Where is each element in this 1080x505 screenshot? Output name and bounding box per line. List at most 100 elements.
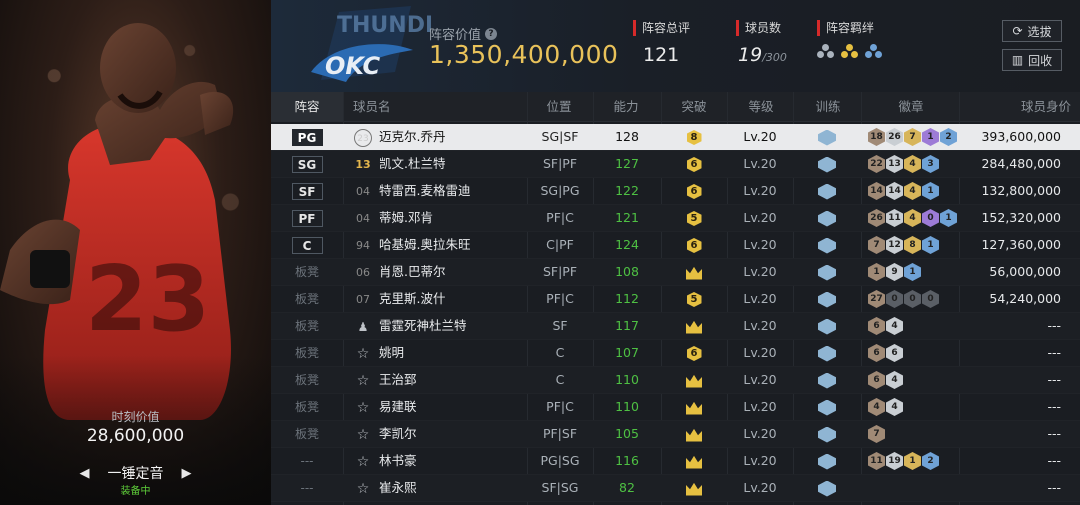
badge-list[interactable]: 14 14 4 1 [868,182,939,200]
training-cell[interactable] [793,259,861,285]
breakthrough-cell[interactable] [661,475,727,501]
player-name[interactable]: 克里斯.波什 [379,286,445,312]
col-training[interactable]: 训练 [798,92,858,122]
training-cell[interactable] [793,313,861,339]
table-row[interactable]: 板凳 ♟ 雷霆死神杜兰特 SF 117 Lv.20 6 4 --- [271,313,1080,340]
badge-icon: 11 [868,452,885,470]
training-cell[interactable] [793,394,861,420]
select-button[interactable]: ⟳ 选拔 [1002,20,1062,42]
breakthrough-cell[interactable]: 5 [661,286,727,312]
badge-list[interactable]: 22 13 4 3 [868,155,939,173]
training-cell[interactable] [793,286,861,312]
lineup-bond-label: 阵容羁绊 [817,20,883,36]
market-value: 28,600,000 [86,426,185,446]
col-name[interactable]: 球员名 [353,92,413,122]
lineup-rating-label: 阵容总评 [633,20,690,36]
recycle-button[interactable]: ▥ 回收 [1002,49,1062,71]
breakthrough-cell[interactable] [661,259,727,285]
training-cell[interactable] [793,367,861,393]
table-row[interactable]: 板凳 ☆ 姚明 C 107 6 Lv.20 6 6 --- [271,340,1080,367]
table-row[interactable]: --- ☆ 林书豪 PG|SG 116 Lv.20 11 19 1 2 --- [271,448,1080,475]
breakthrough-cell[interactable]: 5 [661,205,727,231]
player-ability: 117 [615,318,639,333]
breakthrough-cell[interactable] [661,421,727,447]
player-name[interactable]: 迈克尔.乔丹 [379,124,445,150]
breakthrough-cell[interactable]: 6 [661,178,727,204]
bond-icon-silver[interactable] [817,44,835,60]
bond-icon-blue[interactable] [865,44,883,60]
breakthrough-cell[interactable] [661,313,727,339]
badge-list[interactable]: 27 0 0 0 [868,290,939,308]
player-name[interactable]: 姚明 [379,340,404,366]
right-triangle-icon[interactable]: ▶ [182,466,192,481]
training-cell[interactable] [793,178,861,204]
player-name[interactable]: 李凯尔 [379,421,417,447]
breakthrough-cell[interactable]: 6 [661,151,727,177]
breakthrough-cell[interactable]: 6 [661,232,727,258]
player-name[interactable]: 蒂姆.邓肯 [379,205,433,231]
training-cell[interactable] [793,205,861,231]
player-name[interactable]: 易建联 [379,394,417,420]
breakthrough-cell[interactable] [661,394,727,420]
player-name[interactable]: 肖恩.巴蒂尔 [379,259,445,285]
player-value: 152,320,000 [981,210,1061,225]
badge-list[interactable]: 7 12 8 1 [868,236,939,254]
table-row[interactable]: 板凳 ☆ 王治郅 C 110 Lv.20 6 4 --- [271,367,1080,394]
training-icon [818,237,836,254]
training-cell[interactable] [793,421,861,447]
player-name[interactable]: 崔永熙 [379,475,417,501]
breakthrough-cell[interactable] [661,448,727,474]
badge-icon: 4 [904,155,921,173]
training-cell[interactable] [793,475,861,501]
training-cell[interactable] [793,448,861,474]
bond-icon-gold[interactable] [841,44,859,60]
badge-list[interactable]: 7 [868,425,885,443]
star-icon: ☆ [356,480,370,497]
training-cell[interactable] [793,124,861,150]
badge-list[interactable]: 191 [868,263,921,281]
table-row[interactable]: 板凳 07 克里斯.波什 PF|C 112 5 Lv.20 27 0 0 0 54,240,000 [271,286,1080,313]
table-row[interactable]: SG 13 凯文.杜兰特 SF|PF 127 6 Lv.20 22 13 4 3 284,480,00… [271,151,1080,178]
breakthrough-cell[interactable] [661,367,727,393]
help-icon[interactable]: ? [485,27,498,40]
training-cell[interactable] [793,232,861,258]
table-row[interactable]: PF 04 蒂姆.邓肯 PF|C 121 5 Lv.20 26 11 4 0 1 152,320,000 [271,205,1080,232]
badge-icon: 0 [886,290,903,308]
training-cell[interactable] [793,340,861,366]
table-row[interactable]: 板凳 06 肖恩.巴蒂尔 SF|PF 108 Lv.20 1 9 1 56,000,000 [271,259,1080,286]
lineup-screen: 23 时刻价值 28,600,000 ◀ 一锤定音 ▶ 装备中 THUNDER … [0,0,1080,505]
player-name[interactable]: 林书豪 [379,448,417,474]
col-lineup[interactable]: 阵容 [271,92,343,122]
col-value[interactable]: 球员身价 [991,92,1071,122]
badge-list[interactable]: 44 [868,398,903,416]
col-position[interactable]: 位置 [529,92,589,122]
col-badges[interactable]: 徽章 [881,92,941,122]
table-row[interactable]: --- ☆ 崔永熙 SF|SG 82 Lv.20 --- [271,475,1080,502]
player-name[interactable]: 哈基姆.奥拉朱旺 [379,232,470,258]
col-breakthrough[interactable]: 突破 [664,92,724,122]
badge-list[interactable]: 18 26 7 1 2 [868,128,957,146]
badge-list[interactable]: 66 [868,344,903,362]
badge-list[interactable]: 26 11 4 0 1 [868,209,957,227]
training-cell[interactable] [793,151,861,177]
table-row[interactable]: SF 04 特雷西.麦格雷迪 SG|PG 122 6 Lv.20 14 14 4 1 132,800,… [271,178,1080,205]
badge-list[interactable]: 64 [868,371,903,389]
player-name[interactable]: 王治郅 [379,367,417,393]
table-row[interactable]: 板凳 ☆ 李凯尔 PF|SF 105 Lv.20 7 --- [271,421,1080,448]
lineup-rating-value: 121 [643,44,680,66]
table-row[interactable]: PG 23 迈克尔.乔丹 SG|SF 128 8 Lv.20 18 26 7 1 2 393,600,0… [271,124,1080,151]
col-level[interactable]: 等级 [731,92,791,122]
player-name[interactable]: 凯文.杜兰特 [379,151,445,177]
player-card[interactable]: 23 时刻价值 28,600,000 ◀ 一锤定音 ▶ 装备中 [0,0,271,505]
breakthrough-cell[interactable]: 8 [661,124,727,150]
breakthrough-cell[interactable]: 6 [661,340,727,366]
badge-list[interactable]: 64 [868,317,903,335]
badge-icon: 4 [868,398,885,416]
badge-list[interactable]: 11 19 1 2 [868,452,939,470]
table-row[interactable]: 板凳 ☆ 易建联 PF|C 110 Lv.20 4 4 --- [271,394,1080,421]
left-triangle-icon[interactable]: ◀ [80,466,90,481]
player-name[interactable]: 雷霆死神杜兰特 [379,313,467,339]
col-ability[interactable]: 能力 [596,92,656,122]
player-name[interactable]: 特雷西.麦格雷迪 [379,178,470,204]
table-row[interactable]: C 94 哈基姆.奥拉朱旺 C|PF 124 6 Lv.20 7 12 8 1 127,360,000 [271,232,1080,259]
